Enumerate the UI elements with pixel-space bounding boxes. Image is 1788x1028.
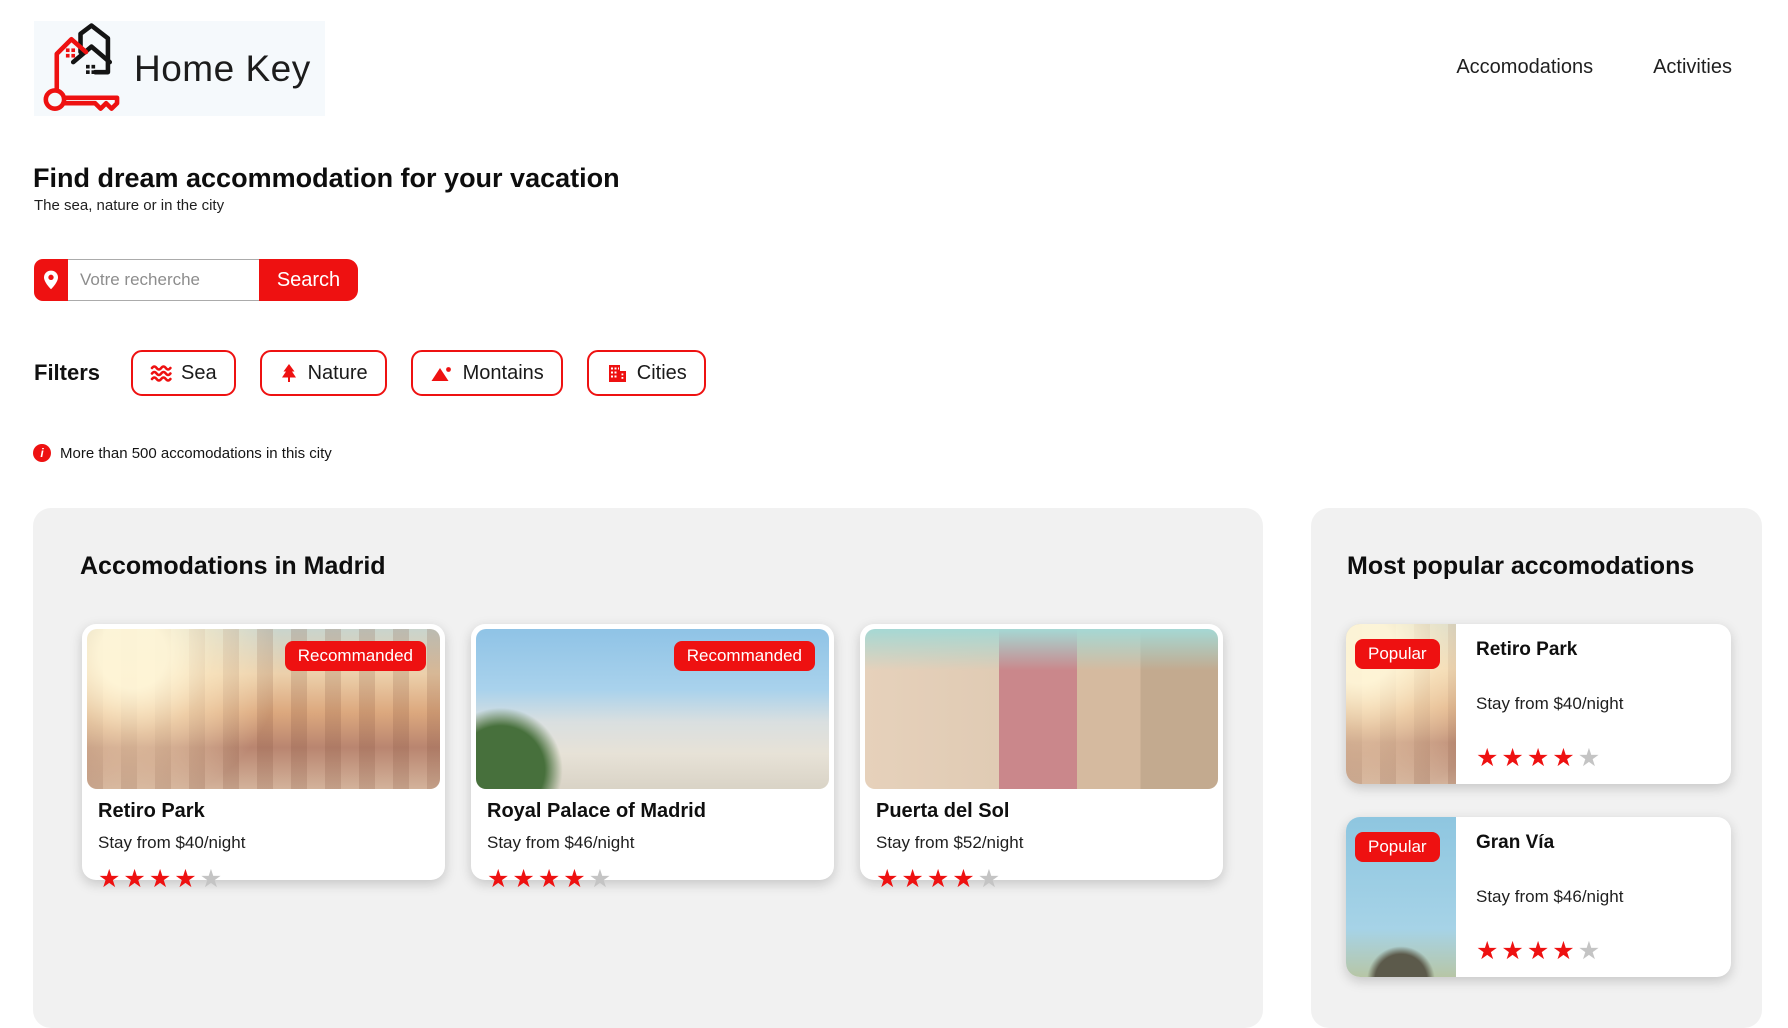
accomodations-panel: Accomodations in Madrid Recommanded Reti… (33, 508, 1263, 1028)
filter-label-nature: Nature (308, 362, 368, 385)
location-pin-icon (34, 259, 68, 301)
search-button[interactable]: Search (259, 259, 358, 301)
star-rating: ★★★★★ (98, 867, 429, 892)
accomodation-price: Stay from $46/night (487, 833, 818, 853)
filters-label: Filters (34, 360, 100, 386)
filter-button-sea[interactable]: Sea (131, 350, 236, 396)
popular-panel-title: Most popular accomodations (1347, 552, 1694, 581)
accomodation-card-body: Puerta del Sol Stay from $52/night ★★★★★ (865, 789, 1218, 892)
home-key-logo-icon (40, 21, 132, 116)
star-rating: ★★★★★ (1476, 939, 1721, 964)
filters-row: Sea Nature Montains (131, 350, 706, 396)
tree-icon (279, 363, 299, 383)
main-nav: Accomodations Activities (1456, 56, 1732, 79)
popular-name: Gran Vía (1476, 832, 1721, 854)
nav-item-accomodations[interactable]: Accomodations (1456, 56, 1593, 79)
accomodations-panel-title: Accomodations in Madrid (80, 552, 386, 581)
accomodation-card-royal-palace[interactable]: Recommanded Royal Palace of Madrid Stay … (471, 624, 834, 880)
popular-card-retiro-park[interactable]: Popular Retiro Park Stay from $40/night … (1346, 624, 1731, 784)
accomodation-card-retiro-park[interactable]: Recommanded Retiro Park Stay from $40/ni… (82, 624, 445, 880)
info-row: i More than 500 accomodations in this ci… (33, 444, 332, 462)
popular-price: Stay from $46/night (1476, 887, 1721, 907)
accomodation-name: Retiro Park (98, 800, 429, 823)
accomodation-photo (865, 629, 1218, 789)
accomodation-cards-row: Recommanded Retiro Park Stay from $40/ni… (82, 624, 1223, 880)
filter-button-montains[interactable]: Montains (411, 350, 563, 396)
star-rating: ★★★★★ (487, 867, 818, 892)
recommanded-badge: Recommanded (674, 641, 815, 671)
home-key-logo[interactable]: Home Key (34, 21, 325, 116)
accomodation-name: Puerta del Sol (876, 800, 1207, 823)
filter-label-sea: Sea (181, 362, 217, 385)
filter-label-cities: Cities (637, 362, 687, 385)
filter-label-montains: Montains (463, 362, 544, 385)
filter-button-cities[interactable]: Cities (587, 350, 706, 396)
popular-badge: Popular (1355, 639, 1440, 669)
accomodation-card-body: Retiro Park Stay from $40/night ★★★★★ (87, 789, 440, 892)
popular-panel: Most popular accomodations Popular Retir… (1311, 508, 1762, 1028)
popular-card-body: Gran Vía Stay from $46/night ★★★★★ (1456, 817, 1731, 977)
page-subtitle: The sea, nature or in the city (34, 197, 224, 214)
popular-cards-list: Popular Retiro Park Stay from $40/night … (1346, 624, 1731, 1010)
accomodation-price: Stay from $52/night (876, 833, 1207, 853)
popular-badge: Popular (1355, 832, 1440, 862)
star-rating: ★★★★★ (876, 867, 1207, 892)
accomodation-name: Royal Palace of Madrid (487, 800, 818, 823)
building-icon (606, 363, 628, 383)
search-bar: Search (34, 259, 358, 301)
logo-text: Home Key (134, 48, 311, 90)
waves-icon (150, 363, 172, 383)
filter-button-nature[interactable]: Nature (260, 350, 387, 396)
popular-name: Retiro Park (1476, 639, 1721, 661)
recommanded-badge: Recommanded (285, 641, 426, 671)
star-rating: ★★★★★ (1476, 746, 1721, 771)
popular-card-gran-via[interactable]: Popular Gran Vía Stay from $46/night ★★★… (1346, 817, 1731, 977)
popular-price: Stay from $40/night (1476, 694, 1721, 714)
page-title: Find dream accommodation for your vacati… (33, 163, 620, 194)
nav-item-activities[interactable]: Activities (1653, 56, 1732, 79)
info-text: More than 500 accomodations in this city (60, 445, 332, 462)
accomodation-price: Stay from $40/night (98, 833, 429, 853)
accomodation-card-puerta-del-sol[interactable]: Puerta del Sol Stay from $52/night ★★★★★ (860, 624, 1223, 880)
info-icon: i (33, 444, 51, 462)
search-input[interactable] (68, 259, 259, 301)
mountain-icon (430, 363, 454, 383)
accomodation-card-body: Royal Palace of Madrid Stay from $46/nig… (476, 789, 829, 892)
popular-card-body: Retiro Park Stay from $40/night ★★★★★ (1456, 624, 1731, 784)
